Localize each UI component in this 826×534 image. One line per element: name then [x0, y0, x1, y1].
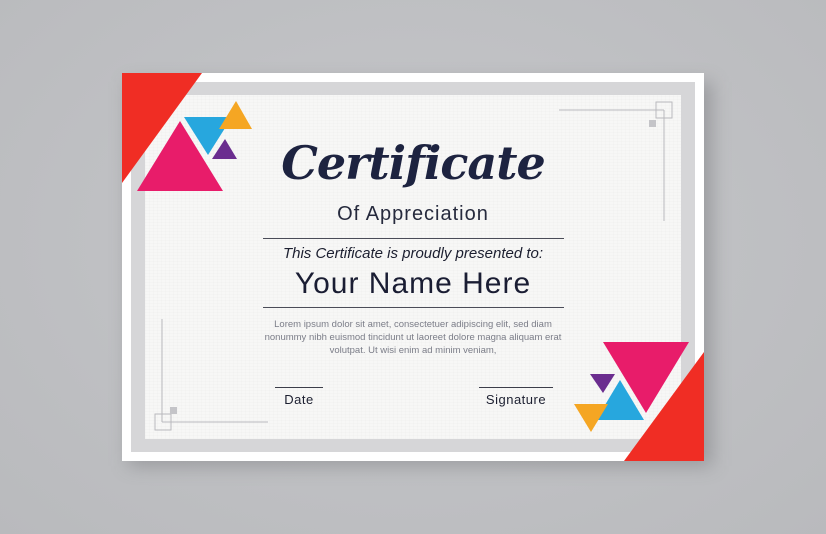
date-line: [275, 387, 323, 388]
signature-block: Signature: [476, 387, 556, 407]
body-text: Lorem ipsum dolor sit amet, consectetuer…: [264, 319, 562, 356]
name-underline: [263, 307, 564, 308]
triangle-cluster-bottom-right: [574, 342, 704, 461]
recipient-name: Your Name Here: [294, 267, 532, 300]
date-label: Date: [284, 392, 314, 407]
certificate-title: Certificate: [281, 136, 545, 190]
purple-triangle: [590, 374, 615, 393]
signature-label: Signature: [485, 392, 547, 407]
certificate-subtitle: Of Appreciation: [337, 203, 489, 225]
presented-line: This Certificate is proudly presented to…: [282, 245, 544, 262]
top-divider: [263, 238, 564, 239]
corner-ornament-bottom-left: [154, 319, 268, 431]
certificate-card: Certificate Of Appreciation This Certifi…: [122, 73, 704, 461]
date-block: Date: [272, 387, 326, 407]
orange-triangle: [219, 101, 252, 129]
signature-line: [479, 387, 553, 388]
